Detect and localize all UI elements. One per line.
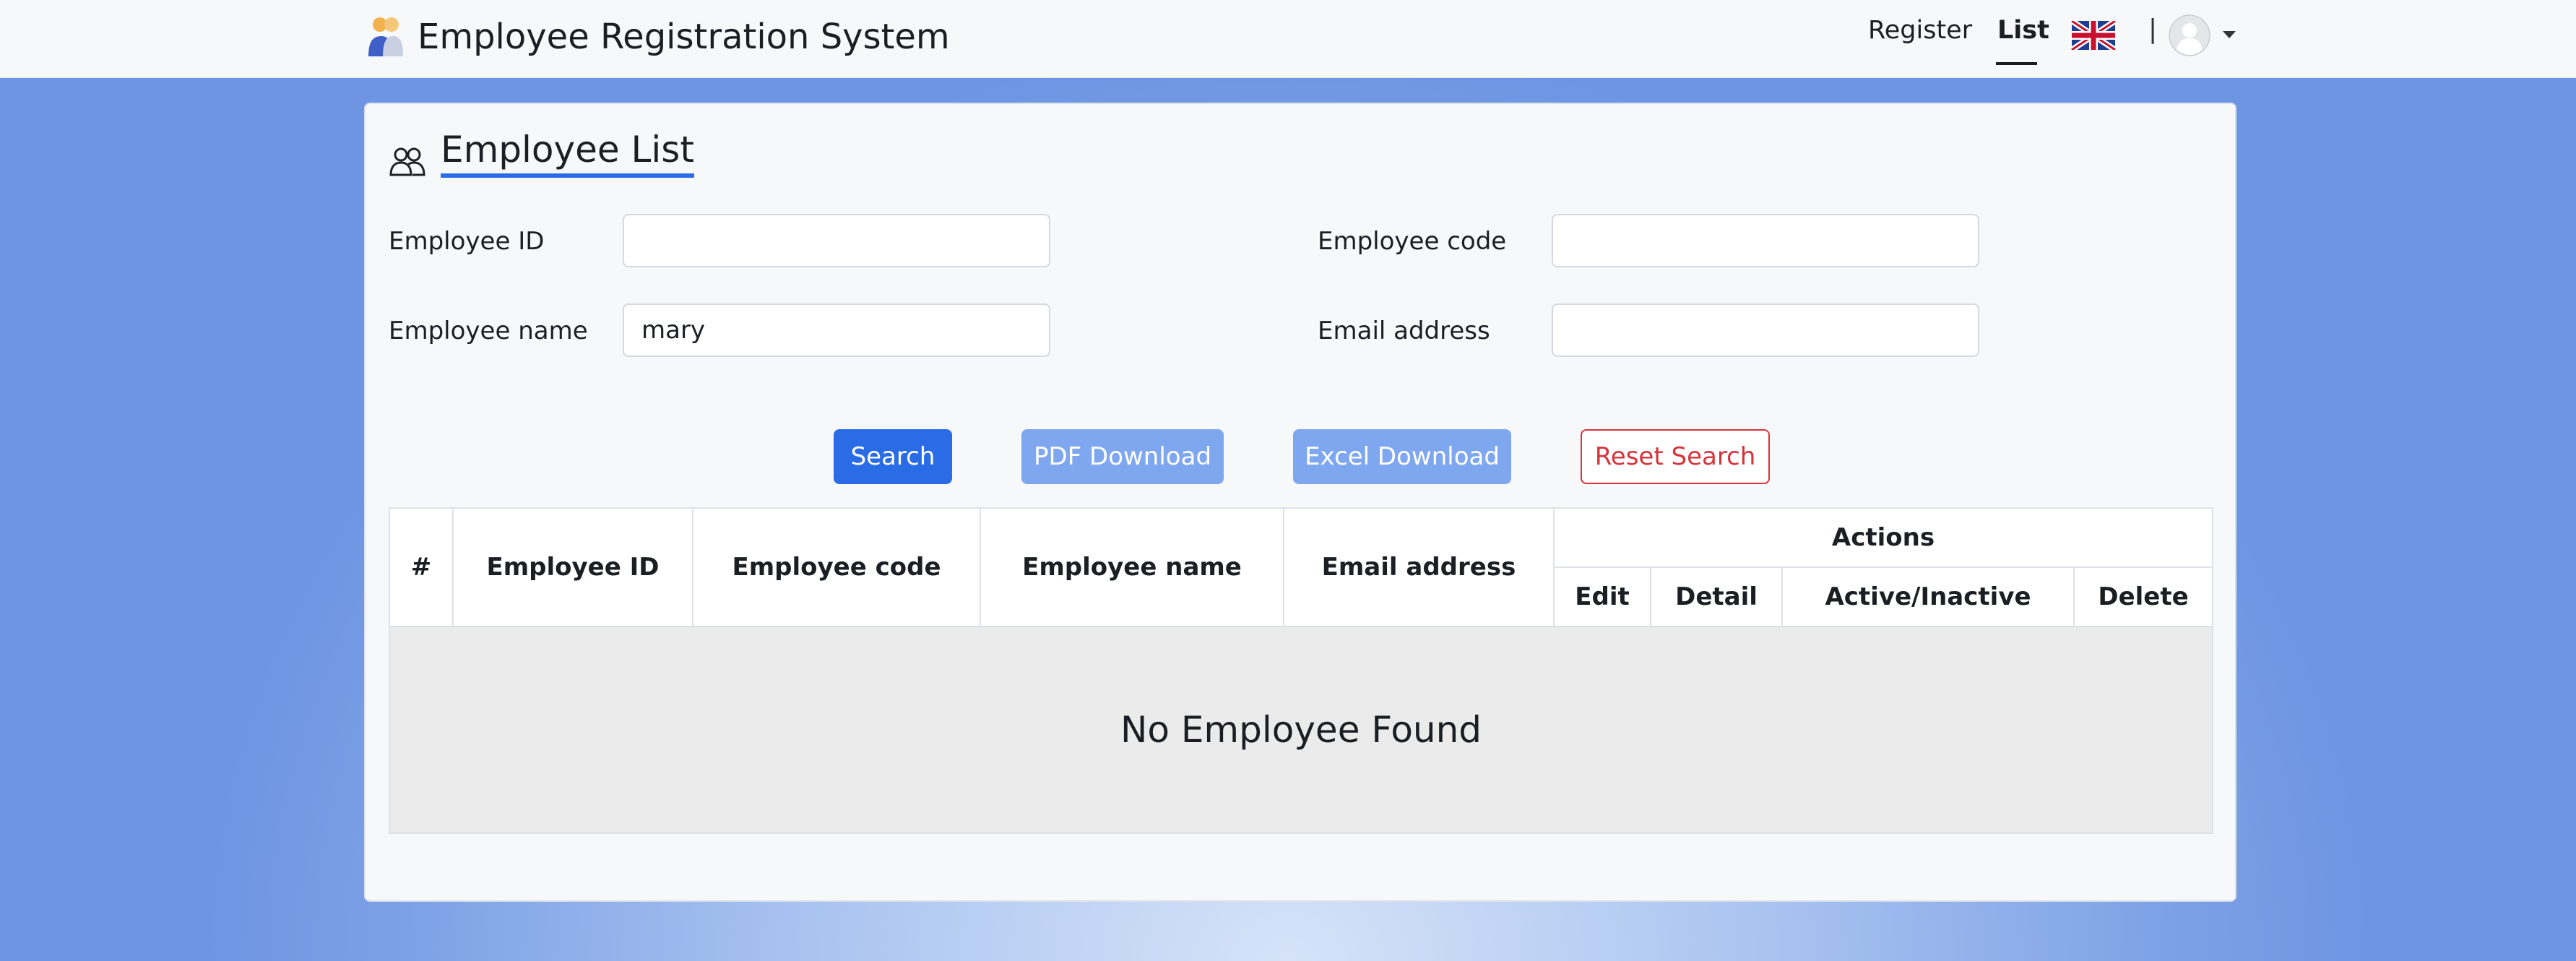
employee-table: # Employee ID Employee code Employee nam… <box>389 507 2213 834</box>
column-header-employee-name: Employee name <box>980 507 1284 627</box>
top-navbar: Employee Registration System Register Li… <box>0 0 2576 78</box>
column-header-edit: Edit <box>1553 566 1651 627</box>
people-icon <box>389 147 425 176</box>
page-title: Employee List <box>441 129 694 178</box>
employee-name-input[interactable] <box>623 303 1050 357</box>
employee-id-label: Employee ID <box>389 227 545 256</box>
nav-divider: | <box>2148 14 2158 44</box>
user-avatar-icon[interactable] <box>2169 14 2210 56</box>
email-address-label: Email address <box>1318 316 1490 345</box>
app-title: Employee Registration System <box>418 17 950 57</box>
employee-code-input[interactable] <box>1552 214 1979 267</box>
chevron-down-icon[interactable] <box>2223 31 2236 38</box>
empty-message: No Employee Found <box>389 626 2213 834</box>
uk-flag-icon[interactable] <box>2071 21 2116 50</box>
column-header-actions: Actions <box>1553 507 2213 568</box>
column-header-index: # <box>389 507 454 627</box>
employee-list-card: Employee List Employee ID Employee code … <box>364 103 2236 902</box>
nav-list-link[interactable]: List <box>1997 16 2049 45</box>
employee-name-label: Employee name <box>389 316 588 345</box>
empty-row: No Employee Found <box>389 626 2213 834</box>
reset-search-button[interactable]: Reset Search <box>1581 429 1770 484</box>
column-header-employee-code: Employee code <box>692 507 981 627</box>
employee-id-input[interactable] <box>623 214 1050 267</box>
column-header-employee-id: Employee ID <box>452 507 693 627</box>
excel-download-button[interactable]: Excel Download <box>1293 429 1511 484</box>
email-address-input[interactable] <box>1552 303 1979 357</box>
nav-register-link[interactable]: Register <box>1868 16 1972 45</box>
column-header-delete: Delete <box>2073 566 2213 627</box>
card-header: Employee List <box>389 129 694 181</box>
search-button[interactable]: Search <box>834 429 952 484</box>
pdf-download-button[interactable]: PDF Download <box>1021 429 1224 484</box>
column-header-active-inactive: Active/Inactive <box>1781 566 2075 627</box>
employee-code-label: Employee code <box>1318 227 1507 256</box>
column-header-email-address: Email address <box>1283 507 1555 627</box>
active-nav-indicator <box>1996 62 2037 65</box>
brand[interactable]: Employee Registration System <box>363 12 950 62</box>
employees-logo-icon <box>368 17 403 56</box>
column-header-detail: Detail <box>1650 566 1783 627</box>
